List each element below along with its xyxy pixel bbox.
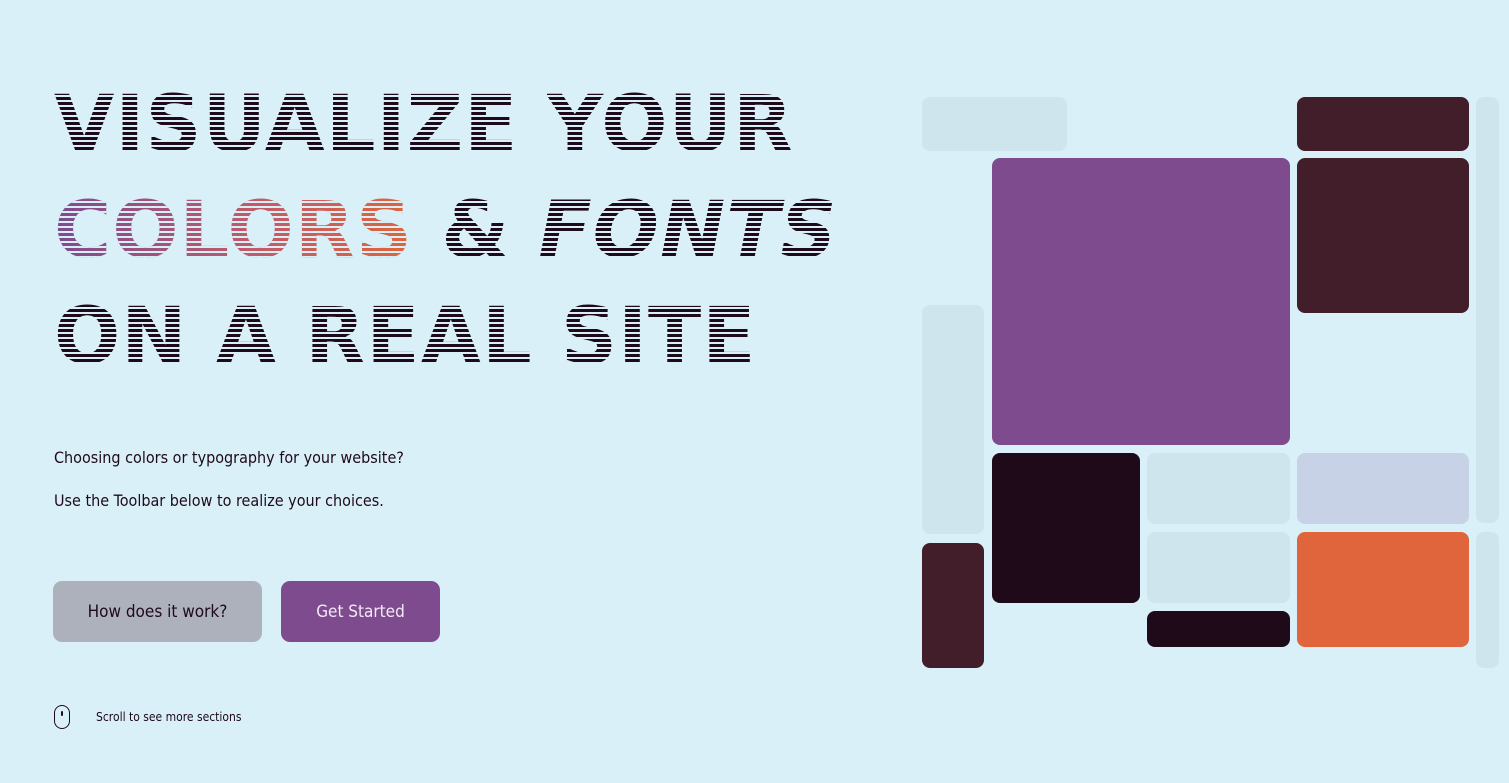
palette-tile <box>922 97 1067 151</box>
headline-word-your: Your <box>546 80 795 170</box>
hero-headline: Visualize Your Colors & Fonts On a Real … <box>54 72 894 390</box>
scroll-hint: Scroll to see more sections <box>54 705 241 729</box>
headline-word-colors: Colors <box>54 186 414 276</box>
palette-tile <box>1297 453 1469 524</box>
palette-tile <box>1147 611 1290 647</box>
headline-word-a: a <box>215 292 278 382</box>
palette-tile <box>1476 532 1499 668</box>
scroll-hint-label: Scroll to see more sections <box>96 710 242 724</box>
headline-word-fonts: Fonts <box>538 186 838 276</box>
hero-section: Visualize Your Colors & Fonts On a Real … <box>0 0 1509 783</box>
palette-tile <box>1297 97 1469 151</box>
get-started-button[interactable]: Get Started <box>281 581 440 642</box>
headline-line-3: On a Real Site <box>54 284 894 390</box>
headline-word-site: Site <box>560 292 757 382</box>
how-it-works-button[interactable]: How does it work? <box>53 581 262 642</box>
hero-description: Choosing colors or typography for your w… <box>54 446 404 532</box>
palette-tile <box>1476 97 1499 523</box>
description-line-1: Choosing colors or typography for your w… <box>54 448 404 467</box>
description-line-2: Use the Toolbar below to realize your ch… <box>54 491 384 510</box>
palette-tile <box>1147 532 1290 603</box>
palette-tile <box>1297 532 1469 647</box>
palette-tile <box>992 158 1290 445</box>
headline-word-real: Real <box>305 292 533 382</box>
palette-tile <box>922 543 984 668</box>
palette-tile <box>1297 158 1469 313</box>
palette-tile <box>1147 453 1290 524</box>
palette-tile <box>992 453 1140 603</box>
headline-line-1: Visualize Your <box>54 72 894 178</box>
headline-word-on: On <box>54 292 188 382</box>
mouse-icon <box>54 705 70 729</box>
palette-tile <box>922 305 984 534</box>
headline-ampersand: & <box>441 186 511 276</box>
headline-line-2: Colors & Fonts <box>54 178 894 284</box>
headline-word-visualize: Visualize <box>54 80 519 170</box>
